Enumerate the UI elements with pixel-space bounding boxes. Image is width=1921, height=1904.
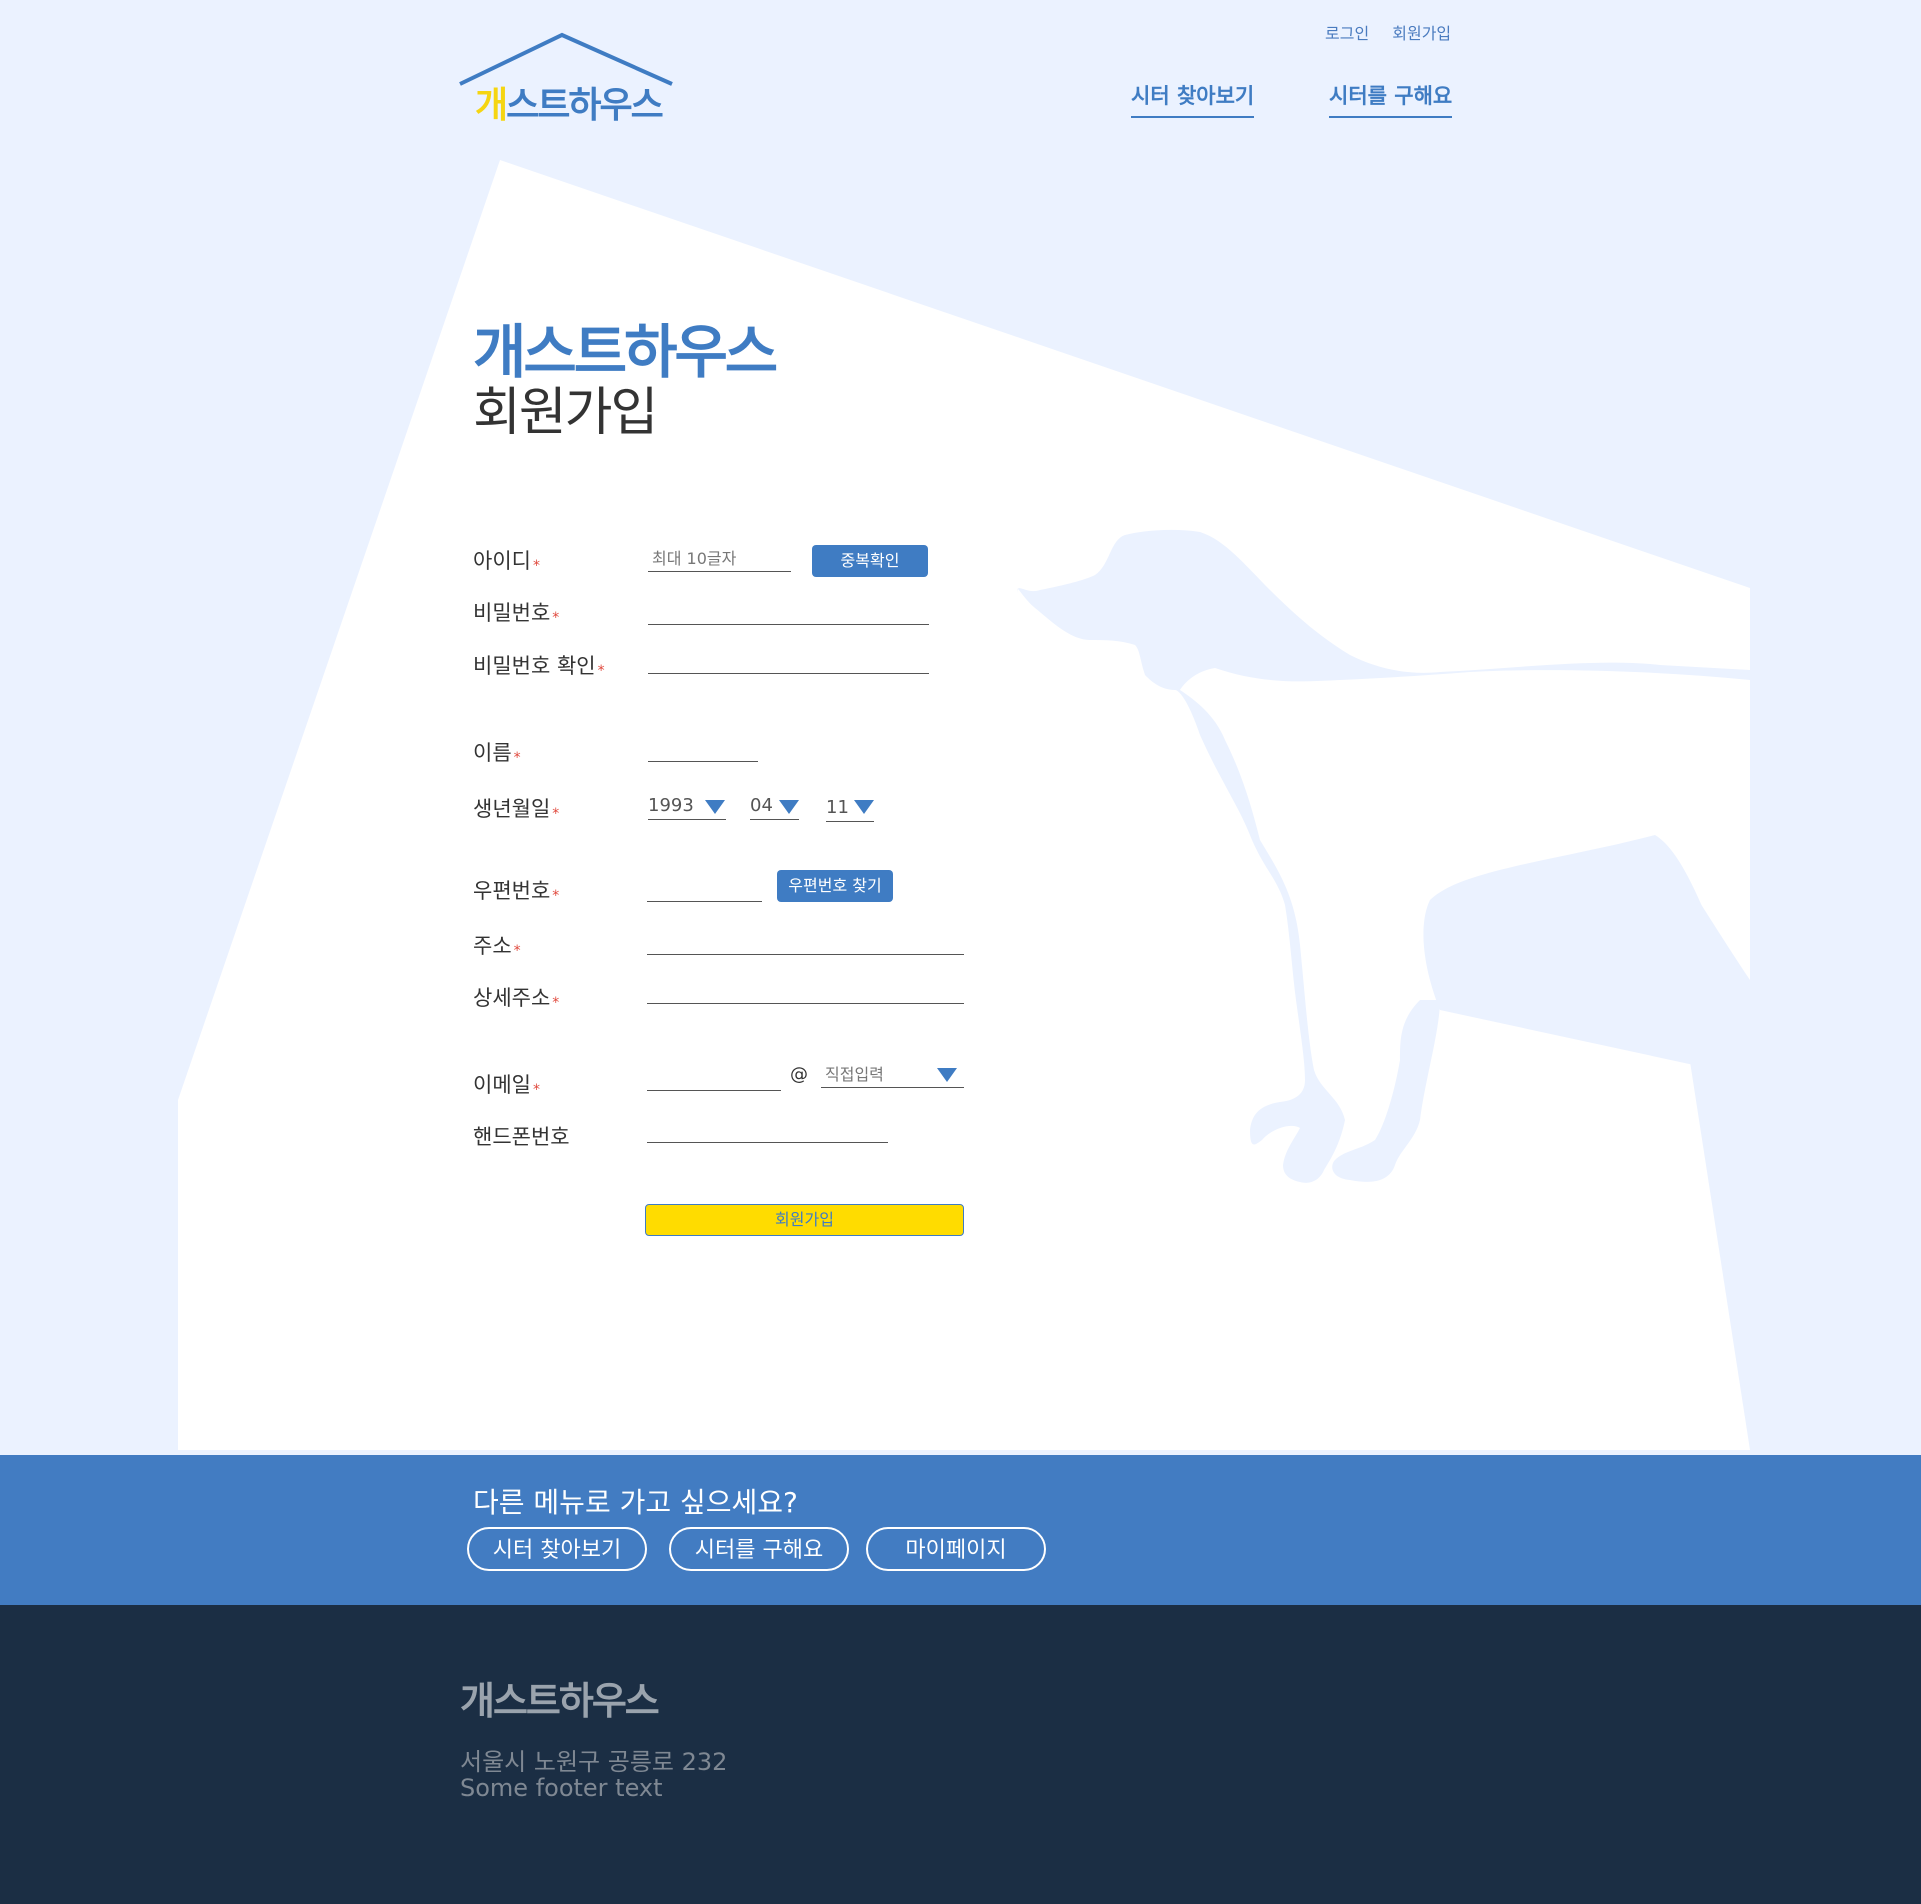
card-background — [178, 160, 1750, 1450]
band-find-sitter-button[interactable]: 시터 찾아보기 — [467, 1527, 647, 1571]
name-input[interactable] — [648, 735, 758, 762]
footer — [0, 1605, 1921, 1904]
year-dropdown-icon[interactable] — [705, 800, 725, 814]
password-confirm-label: 비밀번호 확인 * — [473, 654, 605, 679]
phone-input[interactable] — [647, 1116, 888, 1143]
address-label: 주소 * — [473, 934, 521, 959]
email-at-sign: @ — [790, 1064, 808, 1085]
month-dropdown-icon[interactable] — [779, 800, 799, 814]
email-domain-dropdown-icon[interactable] — [937, 1068, 957, 1082]
phone-label: 핸드폰번호 — [473, 1125, 570, 1149]
address-input[interactable] — [647, 928, 964, 955]
zipcode-label: 우편번호 * — [473, 879, 560, 904]
password-confirm-input[interactable] — [648, 647, 929, 674]
zipcode-input[interactable] — [647, 875, 762, 902]
band-request-sitter-button[interactable]: 시터를 구해요 — [669, 1527, 849, 1571]
zipcode-search-button[interactable]: 우편번호 찾기 — [777, 870, 893, 902]
menu-question: 다른 메뉴로 가고 싶으세요? — [473, 1486, 798, 1519]
birth-label: 생년월일 * — [473, 797, 560, 822]
address-detail-label: 상세주소 * — [473, 986, 560, 1011]
footer-address: 서울시 노원구 공릉로 232 — [460, 1748, 728, 1776]
password-input[interactable] — [648, 598, 929, 625]
band-mypage-button[interactable]: 마이페이지 — [866, 1527, 1046, 1571]
email-id-input[interactable] — [647, 1064, 781, 1091]
email-label: 이메일 * — [473, 1073, 540, 1098]
id-label: 아이디 * — [473, 549, 540, 574]
password-label: 비밀번호 * — [473, 601, 560, 626]
duplicate-check-button[interactable]: 중복확인 — [812, 545, 928, 577]
id-input[interactable]: 최대 10글자 — [648, 546, 791, 572]
day-dropdown-icon[interactable] — [854, 800, 874, 814]
address-detail-input[interactable] — [647, 977, 964, 1004]
footer-text: Some footer text — [460, 1774, 663, 1802]
name-label: 이름 * — [473, 741, 521, 766]
footer-logo: 개스트하우스 — [460, 1679, 660, 1723]
signup-submit-button[interactable]: 회원가입 — [645, 1204, 964, 1236]
page-title: 회원가입 — [473, 383, 658, 443]
